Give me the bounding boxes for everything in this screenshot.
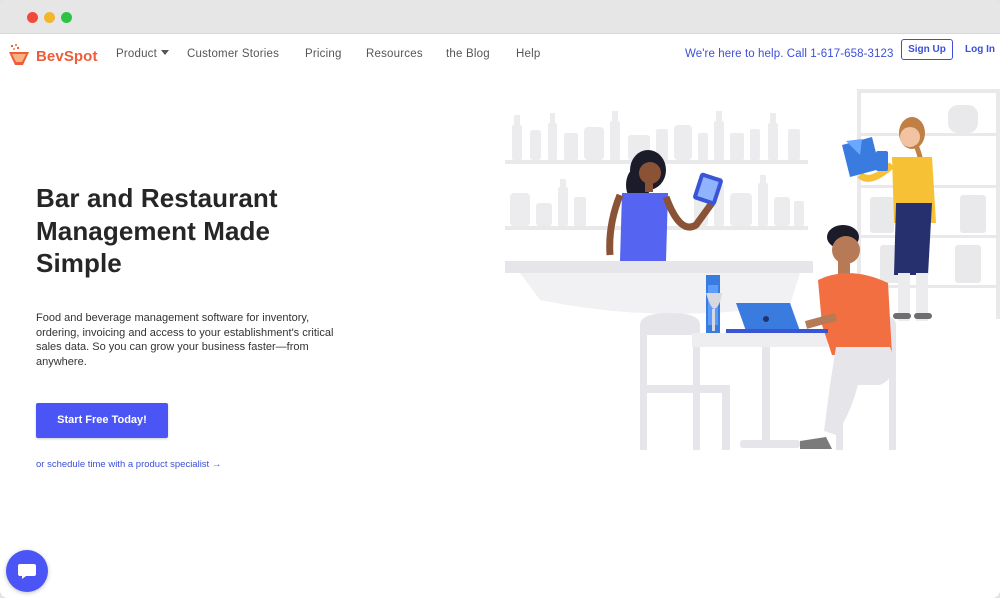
bevspot-logo[interactable]: BevSpot: [7, 43, 98, 69]
start-free-button[interactable]: Start Free Today!: [36, 403, 168, 438]
browser-window: BevSpot Product Customer Stories Pricing…: [0, 0, 1000, 598]
restaurant-illustration: [505, 89, 1000, 450]
log-in-link[interactable]: Log In: [965, 44, 995, 55]
bartender-woman: [606, 150, 723, 261]
brand-name: BevSpot: [36, 47, 98, 65]
nav-item-pricing[interactable]: Pricing: [305, 48, 342, 60]
live-chat-button[interactable]: [6, 550, 48, 592]
top-navigation: BevSpot Product Customer Stories Pricing…: [0, 34, 1000, 78]
nav-item-resources[interactable]: Resources: [366, 48, 423, 60]
chat-bubble-icon: [18, 564, 36, 579]
chevron-down-icon: [161, 50, 170, 55]
hero-description: Food and beverage management software fo…: [36, 312, 334, 368]
hero-title: Bar and Restaurant Management Made Simpl…: [36, 183, 278, 278]
phone-help-link[interactable]: We're here to help. Call 1-617-658-3123: [685, 48, 894, 60]
schedule-demo-link[interactable]: or schedule time with a product speciali…: [36, 459, 221, 470]
nav-item-customer-stories[interactable]: Customer Stories: [187, 48, 279, 60]
bevspot-logo-icon: [9, 44, 29, 65]
browser-titlebar: [0, 0, 1000, 34]
close-window-button[interactable]: [27, 12, 38, 23]
sign-up-button[interactable]: Sign Up: [901, 39, 953, 60]
nav-item-blog[interactable]: the Blog: [446, 48, 490, 60]
minimize-window-button[interactable]: [44, 12, 55, 23]
maximize-window-button[interactable]: [61, 12, 72, 23]
nav-item-product[interactable]: Product: [116, 48, 170, 60]
nav-item-help[interactable]: Help: [516, 48, 540, 60]
